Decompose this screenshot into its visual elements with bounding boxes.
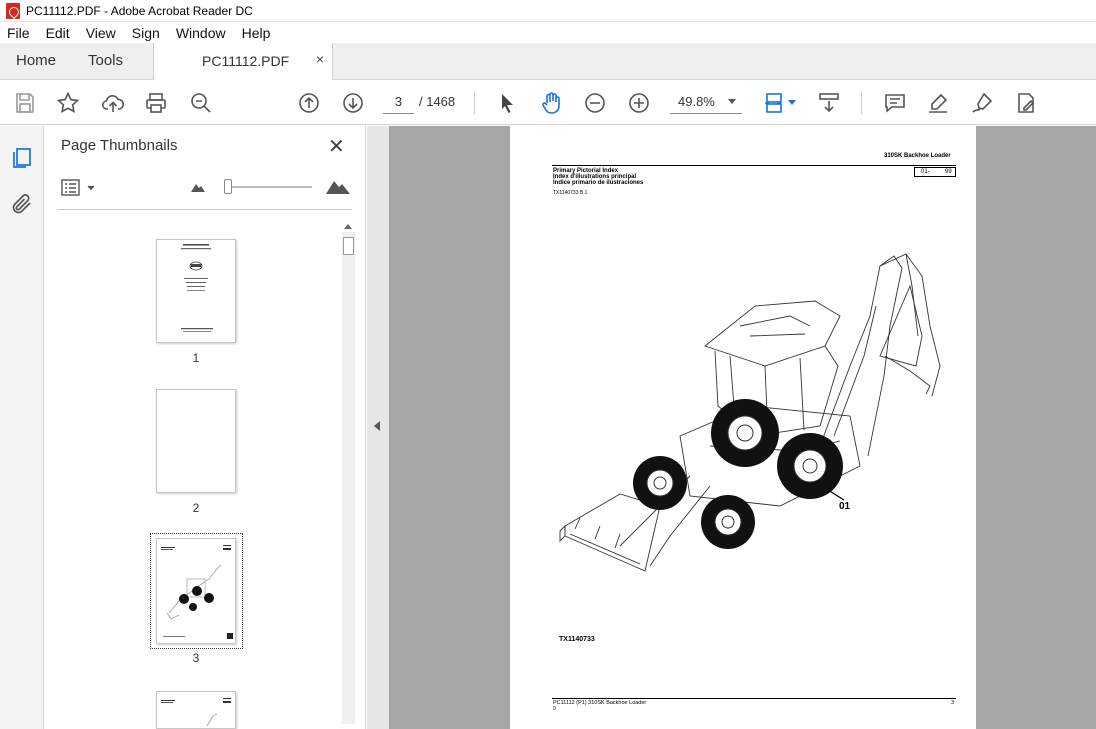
thumbnail-page-2[interactable] [156,389,236,493]
thumbnail-label: 2 [192,501,200,515]
zoom-in-icon[interactable] [626,90,652,116]
window-title: PC11112.PDF - Adobe Acrobat Reader DC [26,3,253,18]
tab-document[interactable]: PC11112.PDF × [153,43,333,80]
thumbnail-options-icon[interactable] [61,179,97,197]
zoom-search-icon[interactable] [188,90,214,116]
toolbar-divider [861,92,862,114]
scrollbar-thumb[interactable] [343,237,354,255]
select-cursor-icon[interactable] [494,90,520,116]
zoom-out-icon[interactable] [582,90,608,116]
tire [633,399,843,549]
page-number-input[interactable] [383,90,414,114]
comment-icon[interactable] [882,90,908,116]
thumbnail-size-slider[interactable] [228,186,312,188]
panel-collapse-bar[interactable] [367,126,389,729]
attachments-paperclip-icon[interactable] [10,192,34,216]
footer-rule [552,698,956,699]
cloud-upload-icon[interactable] [100,90,126,116]
collapse-arrow-icon[interactable] [374,421,380,431]
page-header: 310SK Backhoe Loader [884,153,951,159]
range-start: 01- [921,169,930,175]
page-thumbnails-icon[interactable] [10,146,34,170]
scroll-mode-icon[interactable] [816,90,842,116]
panel-title: Page Thumbnails [61,137,178,154]
footer-left: PC11112 (P1) 310SK Backhoe Loader [553,700,647,706]
thumbnail-scrollbar[interactable] [342,224,355,724]
tab-home[interactable]: Home [16,52,56,69]
panel-divider [57,209,352,210]
thumbnails-panel: Page Thumbnails ✕ 1 2 3 [45,126,366,729]
tab-document-label: PC11112.PDF [202,53,290,69]
toolbar-divider [474,92,475,114]
tab-close-icon[interactable]: × [316,51,324,67]
range-box: 01- 99 [914,167,956,177]
sign-pen-icon[interactable] [969,90,995,116]
reference-code: TX1140733 B.1 [553,190,588,196]
layout-caret-icon[interactable] [788,100,796,105]
pdf-page: 310SK Backhoe Loader Primary Pictorial I… [510,126,976,729]
header-rule [552,165,956,166]
document-view[interactable]: 310SK Backhoe Loader Primary Pictorial I… [389,126,1096,729]
zoom-level-value: 49.8% [678,94,715,109]
scroll-up-arrow-icon[interactable] [344,224,352,229]
print-icon[interactable] [143,90,169,116]
tab-tools[interactable]: Tools [88,52,123,69]
bookmark-star-icon[interactable] [55,90,81,116]
thumbnail-label: 1 [192,351,200,365]
figure-id: TX1140733 [559,636,595,643]
tab-bar: Home Tools PC11112.PDF × [0,43,1096,80]
next-page-icon[interactable] [340,90,366,116]
thumbnail-page-1[interactable] [156,239,236,343]
menu-edit[interactable]: Edit [38,25,78,41]
page-layout-icon[interactable] [762,90,788,116]
menu-file[interactable]: File [0,25,38,41]
menu-sign[interactable]: Sign [124,25,168,41]
footer-page-number: 3 [951,700,955,706]
thumbnail-page-4[interactable] [156,691,236,729]
callout-label: 01 [839,501,851,512]
previous-page-icon[interactable] [296,90,322,116]
index-title-es: Índice primario de ilustraciones [553,180,644,186]
footer-sub: 0 [553,706,556,712]
zoom-level-dropdown[interactable]: 49.8% [670,90,742,114]
range-end: 99 [945,169,952,175]
fill-sign-icon[interactable] [1013,90,1039,116]
slider-handle[interactable] [224,179,232,194]
shrink-thumbnails-icon[interactable] [191,182,205,192]
chevron-down-icon [728,99,736,104]
menu-view[interactable]: View [78,25,124,41]
toolbar: / 1468 49.8% [0,80,1096,125]
thumbnail-page-3[interactable] [156,538,236,644]
page-total: / 1468 [419,94,456,109]
acrobat-icon [6,2,20,19]
save-icon[interactable] [12,90,38,116]
highlight-pen-icon[interactable] [925,90,951,116]
thumbnail-label: 3 [192,651,200,665]
enlarge-thumbnails-icon[interactable] [326,178,350,194]
title-bar: PC11112.PDF - Adobe Acrobat Reader DC [0,0,1096,22]
backhoe-loader-illustration [559,253,941,572]
menu-bar: File Edit View Sign Window Help [0,22,1096,43]
hand-tool-icon[interactable] [538,90,564,116]
menu-help[interactable]: Help [234,25,279,41]
close-icon[interactable]: ✕ [328,134,345,159]
menu-window[interactable]: Window [168,25,234,41]
left-rail [0,126,44,729]
